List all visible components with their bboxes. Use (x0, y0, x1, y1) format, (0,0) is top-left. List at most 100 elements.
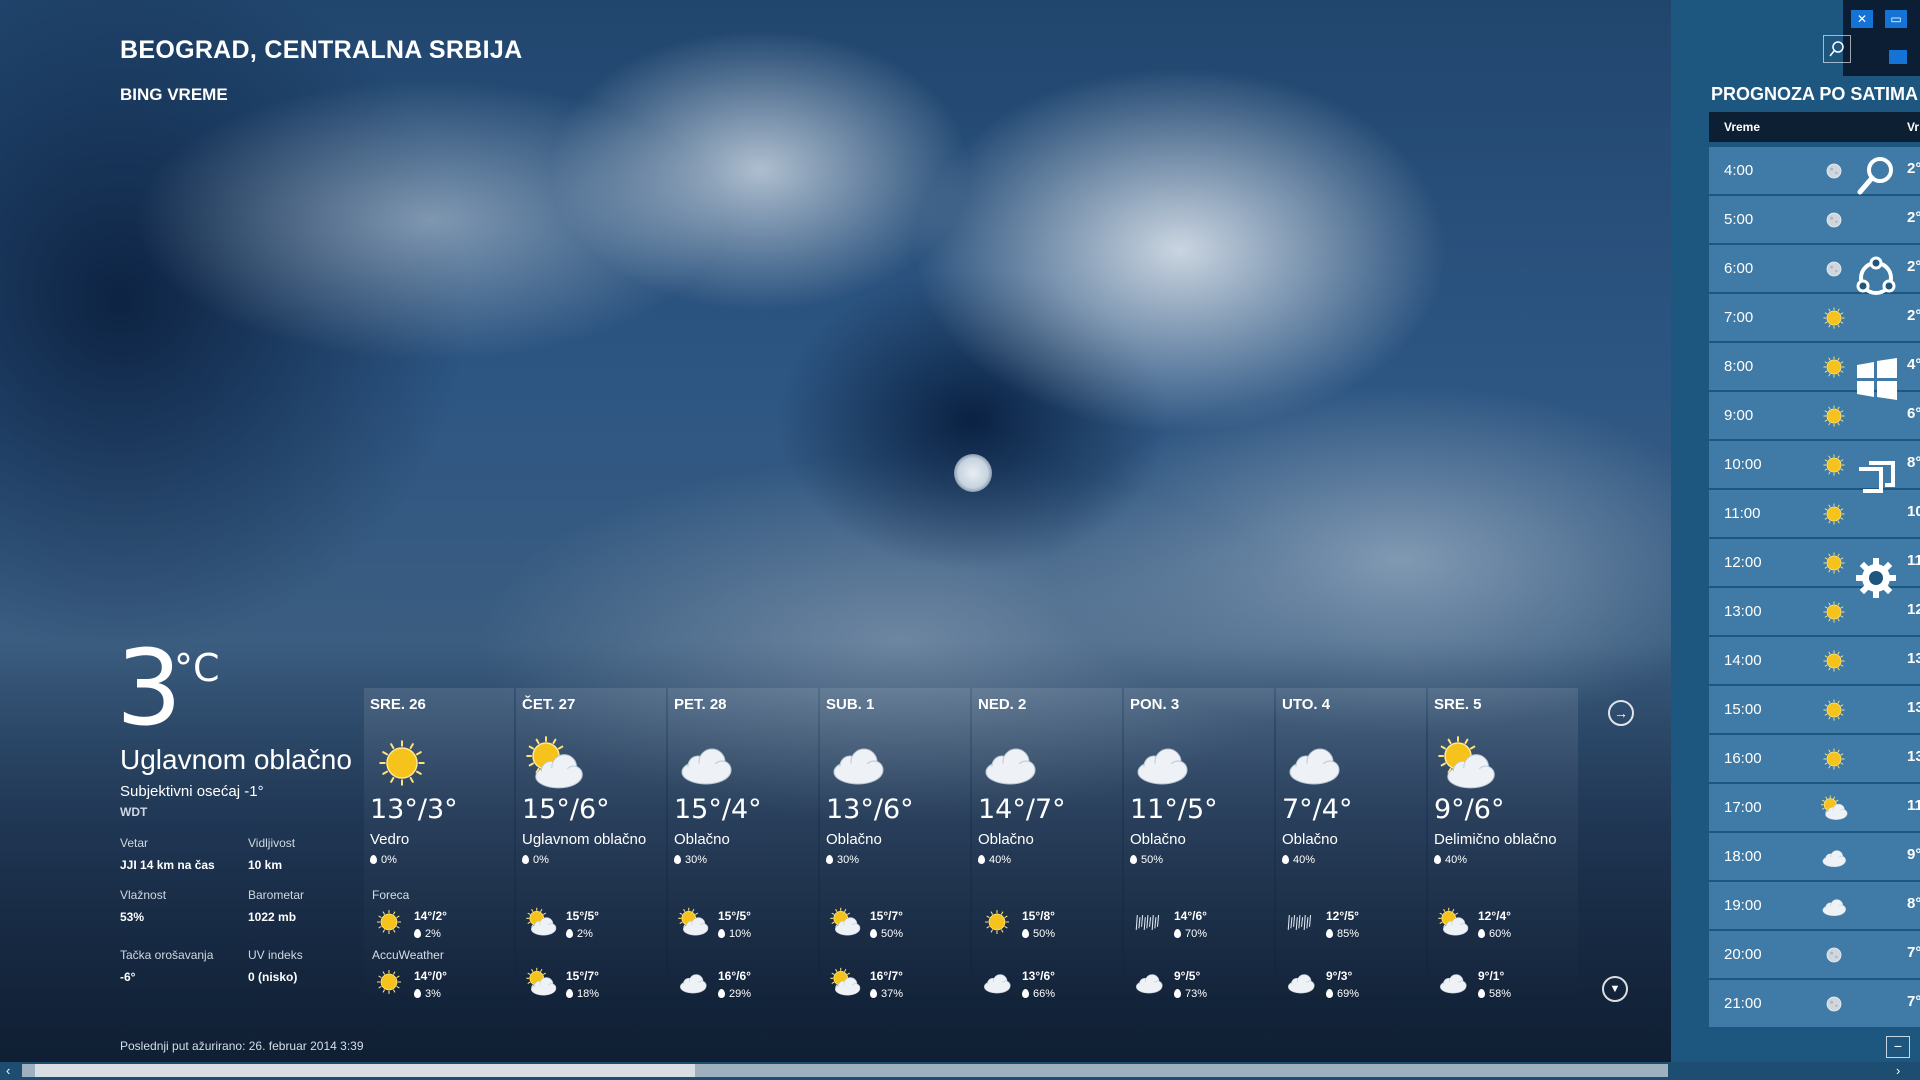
drop-icon (1174, 989, 1181, 998)
hour-time: 7:00 (1724, 309, 1754, 326)
hour-time: 14:00 (1724, 652, 1762, 669)
drop-icon (1326, 929, 1333, 938)
source-precip: 10% (718, 928, 751, 940)
source-temps: 12°/4° (1478, 909, 1511, 923)
maximize-button[interactable]: ▭ (1885, 10, 1907, 28)
settings-charm-icon[interactable] (1854, 556, 1898, 600)
next-days-button[interactable]: → (1608, 700, 1634, 726)
hourly-row[interactable]: 16:00 13 (1709, 735, 1920, 782)
search-charm-icon[interactable] (1853, 152, 1899, 198)
location-title[interactable]: BEOGRAD, CENTRALNA SRBIJA (120, 36, 522, 65)
stat-wind: Vetar JJI 14 km na čas (120, 836, 215, 872)
scroll-thumb[interactable] (35, 1064, 695, 1077)
partly-cloudy-icon (524, 967, 558, 997)
source-temps: 14°/0° (414, 969, 447, 983)
day-column[interactable]: SUB. 1 13°/6° Oblačno 30% (820, 688, 970, 1006)
precip-value: 0% (533, 854, 549, 866)
hourly-row[interactable]: 21:00 7° (1709, 980, 1920, 1027)
drop-icon (674, 855, 681, 864)
hour-time: 19:00 (1724, 897, 1762, 914)
day-column[interactable]: UTO. 4 7°/4° Oblačno 40% (1276, 688, 1426, 1006)
source-foreca[interactable]: Foreca (372, 888, 409, 902)
hour-time: 10:00 (1724, 456, 1762, 473)
close-button[interactable]: ✕ (1851, 10, 1873, 28)
horizontal-scrollbar[interactable]: ‹ › (0, 1062, 1920, 1080)
hour-time: 18:00 (1724, 848, 1762, 865)
hour-time: 4:00 (1724, 162, 1754, 179)
hourly-row[interactable]: 15:00 13 (1709, 686, 1920, 733)
hourly-title: PROGNOZA PO SATIMA (1711, 84, 1918, 104)
start-charm-icon[interactable] (1855, 357, 1899, 401)
moon-icon (1819, 157, 1849, 185)
day-name: SRE. 26 (370, 696, 426, 713)
day-column[interactable]: NED. 2 14°/7° Oblačno 40% (972, 688, 1122, 1006)
day-condition: Vedro (370, 831, 410, 848)
precip-value: 50% (1033, 928, 1056, 940)
cloud-icon (1819, 892, 1849, 920)
accuweather-forecast: 15°/7° 18% (524, 967, 644, 1007)
hourly-row[interactable]: 7:00 2° (1709, 294, 1920, 341)
day-temps: 11°/5° (1130, 794, 1218, 825)
current-condition: Uglavnom oblačno (120, 744, 352, 775)
day-condition: Oblačno (826, 831, 882, 848)
precip-value: 58% (1489, 988, 1512, 1000)
stat-visibility: Vidljivost 10 km (248, 836, 295, 872)
partly-cloudy-icon (828, 967, 862, 997)
display-button[interactable] (1889, 50, 1907, 64)
precip-value: 29% (729, 988, 752, 1000)
hourly-row[interactable]: 11:00 10 (1709, 490, 1920, 537)
expand-sources-button[interactable]: ▼ (1602, 976, 1628, 1002)
current-source[interactable]: WDT (120, 805, 147, 819)
day-column[interactable]: ČET. 27 15°/6° Uglavnom oblačno 0% (516, 688, 666, 1006)
hourly-row[interactable]: 17:00 11 (1709, 784, 1920, 831)
scroll-right-icon[interactable]: › (1896, 1062, 1900, 1080)
scroll-left-icon[interactable]: ‹ (6, 1062, 10, 1080)
stat-value: 53% (120, 910, 145, 924)
search-box-button[interactable] (1823, 35, 1851, 63)
drop-icon (1130, 855, 1137, 864)
hour-temp: 6° (1907, 405, 1920, 422)
precip-value: 2% (425, 928, 441, 940)
source-temps: 9°/1° (1478, 969, 1505, 983)
minus-icon: − (1893, 1038, 1903, 1054)
source-temps: 14°/6° (1174, 909, 1207, 923)
source-precip: 73% (1174, 988, 1207, 1000)
app-name[interactable]: BING VREME (120, 85, 228, 105)
accuweather-forecast: 16°/6° 29% (676, 967, 796, 1007)
share-charm-icon[interactable] (1853, 255, 1899, 301)
arrow-right-icon: → (1614, 705, 1628, 721)
accuweather-forecast: 9°/5° 73% (1132, 967, 1252, 1007)
day-temps: 7°/4° (1282, 794, 1353, 825)
source-accuweather[interactable]: AccuWeather (372, 948, 444, 962)
close-icon: ✕ (1856, 12, 1868, 26)
drop-icon (1434, 855, 1441, 864)
day-column[interactable]: SRE. 5 9°/6° Delimično oblačno 40% (1428, 688, 1578, 1006)
devices-charm-icon[interactable] (1855, 457, 1899, 497)
hourly-row[interactable]: 18:00 9° (1709, 833, 1920, 880)
foreca-forecast: 15°/8° 50% (980, 907, 1100, 947)
day-column[interactable]: PON. 3 11°/5° Oblačno 50% (1124, 688, 1274, 1006)
day-name: SRE. 5 (1434, 696, 1482, 713)
cloud-icon (1819, 843, 1849, 871)
cloud-icon (1130, 736, 1194, 790)
hourly-row[interactable]: 14:00 13 (1709, 637, 1920, 684)
hour-temp: 8° (1907, 454, 1920, 471)
hourly-row[interactable]: 5:00 2° (1709, 196, 1920, 243)
sun-icon (1819, 451, 1849, 479)
source-precip: 2% (566, 928, 593, 940)
minus-button[interactable]: − (1886, 1036, 1910, 1058)
day-precip: 40% (978, 854, 1011, 866)
stat-value: 1022 mb (248, 910, 297, 924)
day-column[interactable]: PET. 28 15°/4° Oblačno 30% (668, 688, 818, 1006)
hour-time: 8:00 (1724, 358, 1754, 375)
drop-icon (566, 929, 573, 938)
hour-time: 6:00 (1724, 260, 1754, 277)
header-time: Vreme (1724, 120, 1761, 134)
precip-value: 50% (881, 928, 904, 940)
hourly-row[interactable]: 19:00 8° (1709, 882, 1920, 929)
sun-icon (1819, 598, 1849, 626)
sun-icon (372, 907, 406, 937)
source-precip: 58% (1478, 988, 1511, 1000)
hourly-row[interactable]: 20:00 7° (1709, 931, 1920, 978)
partly-cloudy-icon (828, 907, 862, 937)
